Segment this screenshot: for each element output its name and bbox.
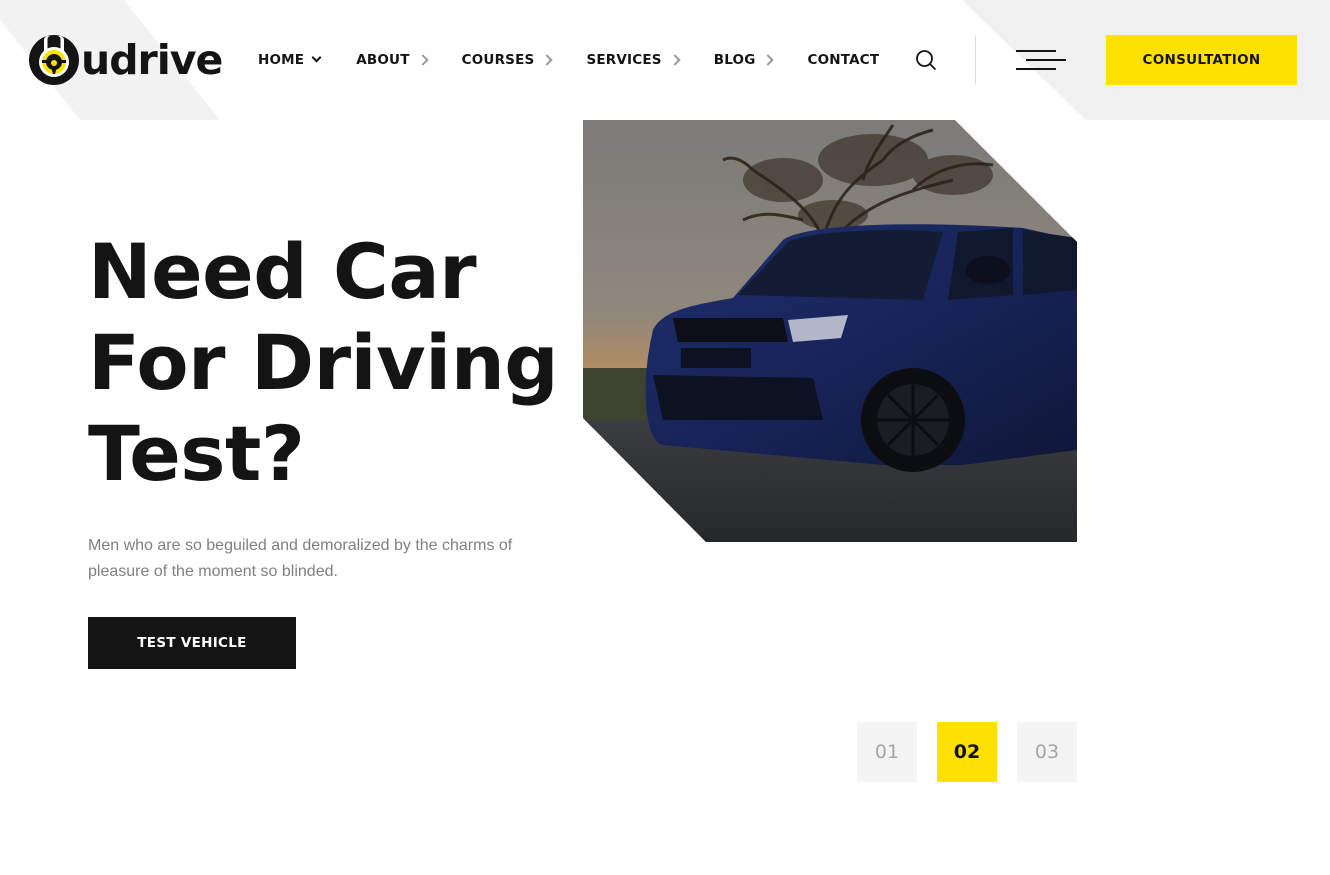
header-divider: [975, 35, 976, 85]
logo-text: udrive: [81, 36, 223, 84]
chevron-right-icon: [542, 54, 552, 66]
chevron-right-icon: [670, 54, 680, 66]
nav-item-home[interactable]: HOME: [258, 52, 321, 68]
consultation-button[interactable]: CONSULTATION: [1106, 35, 1297, 85]
nav-item-about[interactable]: ABOUT: [356, 52, 427, 68]
hero-car-image: [583, 120, 1077, 542]
hero-title-line: Need Car: [88, 227, 477, 316]
main-nav: HOME ABOUT COURSES SERVICES BLOG CONTACT: [258, 48, 879, 72]
nav-item-label: ABOUT: [356, 52, 410, 68]
chevron-right-icon: [763, 54, 773, 66]
hero-title-line: Test?: [88, 409, 305, 498]
slider-page-2[interactable]: 02: [937, 722, 997, 782]
hero-title: Need Car For Driving Test?: [88, 226, 568, 499]
slider-page-1[interactable]: 01: [857, 722, 917, 782]
hero-title-line: For Driving: [88, 318, 559, 407]
slider-page-3[interactable]: 03: [1017, 722, 1077, 782]
search-icon[interactable]: [915, 49, 937, 71]
nav-item-contact[interactable]: CONTACT: [807, 52, 879, 68]
nav-item-blog[interactable]: BLOG: [714, 52, 774, 68]
nav-item-services[interactable]: SERVICES: [586, 52, 679, 68]
test-vehicle-button[interactable]: TEST VEHICLE: [88, 617, 296, 669]
slider-pagination: 01 02 03: [857, 722, 1077, 782]
nav-item-label: BLOG: [713, 52, 756, 68]
steering-wheel-icon: [28, 34, 80, 86]
chevron-down-icon: [311, 54, 321, 66]
hamburger-menu-icon[interactable]: [1015, 49, 1067, 71]
nav-item-courses[interactable]: COURSES: [462, 52, 553, 68]
nav-item-label: HOME: [258, 52, 305, 68]
nav-item-label: COURSES: [461, 52, 535, 68]
nav-item-label: SERVICES: [586, 52, 662, 68]
site-header: udrive HOME ABOUT COURSES SERVICES BLOG …: [0, 0, 1330, 120]
chevron-right-icon: [418, 54, 428, 66]
logo[interactable]: udrive: [28, 34, 223, 86]
nav-item-label: CONTACT: [807, 52, 880, 68]
hero-description: Men who are so beguiled and demoralized …: [88, 537, 513, 580]
